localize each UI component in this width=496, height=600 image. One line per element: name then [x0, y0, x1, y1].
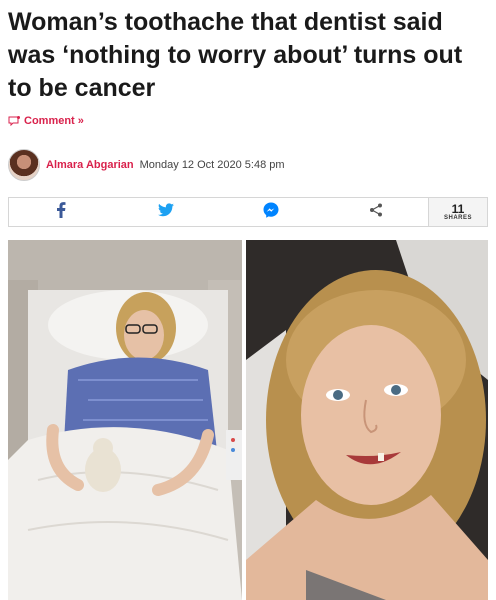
- twitter-icon: [158, 202, 175, 222]
- share-bar: 11 SHARES: [8, 197, 488, 227]
- publish-date: Monday 12 Oct 2020 5:48 pm: [139, 159, 285, 171]
- share-count-number: 11: [451, 202, 465, 216]
- messenger-share-button[interactable]: [219, 198, 324, 226]
- twitter-share-button[interactable]: [114, 198, 219, 226]
- hospital-bed-photo[interactable]: [8, 240, 242, 600]
- comment-link[interactable]: Comment »: [8, 115, 84, 127]
- byline: Almara Abgarian Monday 12 Oct 2020 5:48 …: [8, 149, 285, 181]
- share-count: 11 SHARES: [428, 198, 487, 226]
- comment-icon: [8, 116, 20, 126]
- messenger-icon: [263, 202, 279, 223]
- selfie-photo[interactable]: [246, 240, 488, 600]
- facebook-share-button[interactable]: [9, 198, 114, 226]
- article-headline: Woman’s toothache that dentist said was …: [8, 8, 463, 102]
- facebook-icon: [56, 201, 66, 223]
- share-count-label: SHARES: [443, 215, 472, 221]
- author-avatar[interactable]: [8, 149, 40, 181]
- share-icon: [369, 203, 383, 222]
- comment-link-label: Comment »: [24, 115, 84, 127]
- generic-share-button[interactable]: [323, 198, 428, 226]
- author-name[interactable]: Almara Abgarian: [46, 159, 134, 171]
